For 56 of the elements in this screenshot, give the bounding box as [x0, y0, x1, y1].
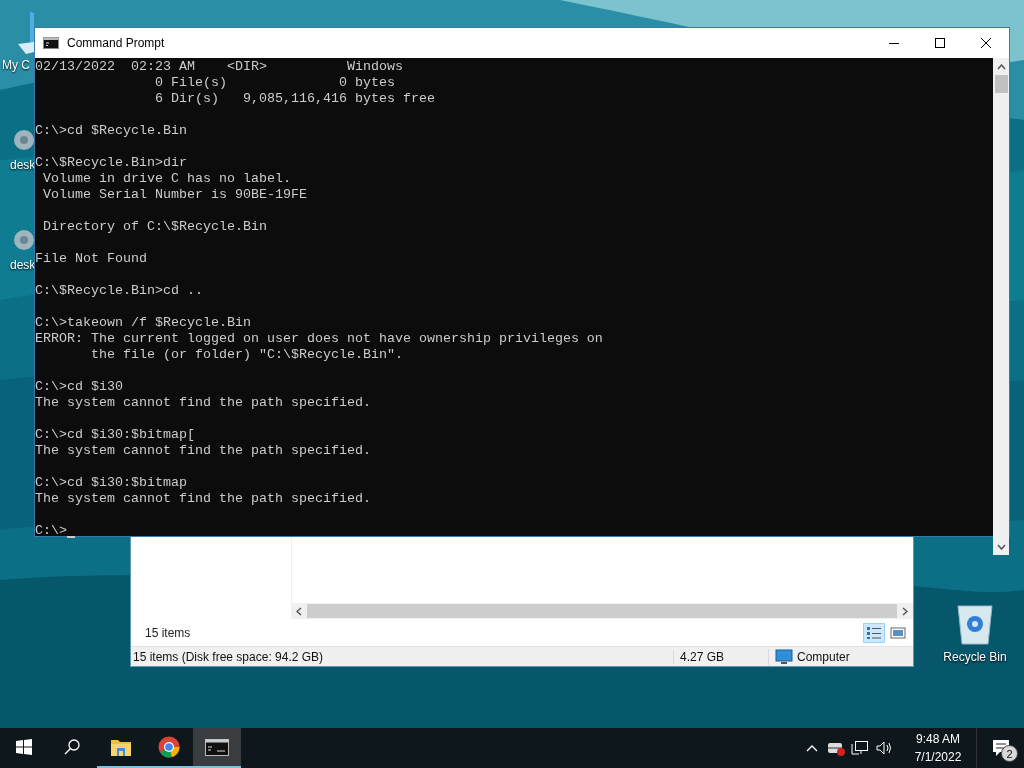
- console-line: C:\$Recycle.Bin>dir: [35, 155, 187, 171]
- console-line: C:\$Recycle.Bin>cd ..: [35, 283, 203, 299]
- console-line: C:\>cd $i30: [35, 379, 123, 395]
- notification-button[interactable]: 2: [976, 728, 1024, 768]
- clock-date: 7/1/2022: [914, 749, 962, 766]
- clock-time: 9:48 AM: [916, 731, 960, 748]
- scrollbar-thumb[interactable]: [307, 604, 897, 618]
- icon-label[interactable]: Recycle Bin: [943, 650, 1007, 664]
- details-icon: [866, 625, 882, 640]
- console-line: C:\>takeown /f $Recycle.Bin: [35, 315, 251, 331]
- details-view-button[interactable]: [863, 622, 885, 643]
- console-line: 02/13/2022 02:23 AM <DIR> Windows: [35, 59, 403, 75]
- console-line: The system cannot find the path specified.: [35, 491, 371, 507]
- notification-count: 2: [1001, 745, 1018, 762]
- console-line: 6 Dir(s) 9,085,116,416 bytes free: [153, 91, 435, 107]
- chrome-icon: [158, 736, 180, 758]
- console-line: The system cannot find the path specified.: [35, 395, 371, 411]
- horizontal-scrollbar[interactable]: [291, 603, 913, 619]
- large-icons-icon: [890, 626, 906, 639]
- speaker-icon: [875, 740, 893, 756]
- console-line: Directory of C:\$Recycle.Bin: [42, 219, 267, 235]
- console-line: C:\>cd $i30:$bitmap: [35, 475, 187, 491]
- status-text: 4.27 GB: [673, 649, 768, 664]
- icon-label[interactable]: desk: [10, 258, 36, 272]
- icon-label[interactable]: My C: [2, 58, 30, 72]
- chevron-up-icon: [806, 743, 818, 753]
- console-icon: [43, 37, 59, 49]
- search-icon: [64, 739, 80, 755]
- taskbar-button[interactable]: [193, 728, 241, 768]
- maximize-icon: [935, 38, 945, 48]
- vertical-scrollbar[interactable]: [993, 58, 1009, 555]
- console-line: 0 File(s) 0 bytes: [153, 75, 395, 91]
- window-title: Command Prompt: [67, 36, 165, 50]
- recycle-bin-icon[interactable]: [955, 602, 995, 646]
- console-line: C:\>cd $Recycle.Bin: [35, 123, 187, 139]
- computer-icon: [775, 648, 793, 665]
- computer-icon[interactable]: [16, 10, 34, 56]
- console-icon: [205, 738, 229, 756]
- windows-logo-icon: [16, 739, 32, 755]
- drive-icon: [827, 740, 845, 756]
- console-line: ERROR: The current logged on user does not have ownership privileges on: [35, 331, 603, 347]
- console-line: C:\>: [35, 523, 67, 539]
- console-line: Volume Serial Number is 90BE-19FE: [42, 187, 307, 203]
- status-text: 15 items (Disk free space: 94.2 GB): [132, 649, 325, 664]
- console-line: the file (or folder) "C:\$Recycle.Bin".: [90, 347, 403, 363]
- console-line: Volume in drive C has no label.: [42, 171, 291, 187]
- close-icon: [981, 38, 991, 48]
- item-count: 15 items: [145, 625, 191, 640]
- clock[interactable]: 9:48 AM 7/1/2022: [902, 728, 974, 768]
- folder-icon: [110, 737, 132, 757]
- scrollbar-thumb[interactable]: [994, 75, 1008, 93]
- network-icon: [851, 740, 869, 756]
- console-line: The system cannot find the path specified.: [35, 443, 371, 459]
- status-text: Computer: [797, 649, 850, 664]
- console-line: File Not Found: [35, 251, 147, 267]
- console-line: C:\>cd $i30:$bitmap[: [35, 427, 195, 443]
